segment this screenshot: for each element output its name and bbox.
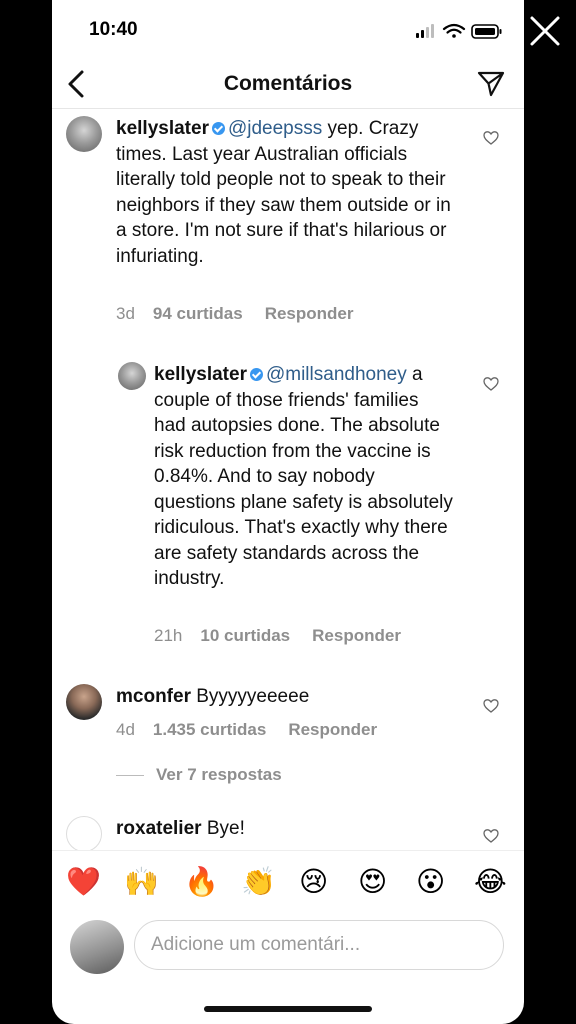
comment-item: roxatelier Bye! <box>52 812 524 850</box>
heart-outline-icon[interactable] <box>483 130 499 146</box>
heart-outline-icon[interactable] <box>483 828 499 844</box>
page-title: Comentários <box>223 72 353 95</box>
divider-line <box>116 775 144 777</box>
avatar[interactable] <box>66 116 102 152</box>
emoji-heart-eyes[interactable]: 😍 <box>358 865 387 899</box>
view-replies-button[interactable]: Ver 7 respostas <box>116 765 282 785</box>
home-indicator[interactable] <box>204 1006 372 1012</box>
comment-text: roxatelier Bye! <box>116 816 456 842</box>
direct-send-icon[interactable] <box>476 68 506 98</box>
status-time: 10:40 <box>89 19 138 40</box>
reply-button[interactable]: Responder <box>265 304 354 323</box>
view-replies-label: Ver 7 respostas <box>156 765 282 784</box>
verified-badge-icon <box>211 122 225 135</box>
avatar[interactable] <box>66 684 102 720</box>
emoji-crying[interactable]: 😢 <box>299 865 328 899</box>
comment-item: mconfer Byyyyyeeeee 4d 1.435 curtidas Resp… <box>52 680 524 750</box>
comment-time: 4d <box>116 720 135 739</box>
phone-screen: 10:40 Comentários kellyslater @jdeepsss … <box>52 0 524 1024</box>
comment-text: kellyslater @millsandhoney a couple of th… <box>154 362 454 592</box>
current-user-avatar <box>70 920 124 974</box>
wifi-icon <box>442 23 466 38</box>
reply-item: kellyslater @millsandhoney a couple of th… <box>52 358 524 658</box>
comment-username[interactable]: kellyslater <box>116 118 209 139</box>
mention-link[interactable]: @millsandhoney <box>266 364 407 385</box>
comment-meta: 4d 1.435 curtidas Responder <box>116 720 399 740</box>
comment-time: 21h <box>154 626 183 645</box>
likes-count[interactable]: 1.435 curtidas <box>153 720 266 739</box>
avatar[interactable] <box>118 362 146 390</box>
mention-link[interactable]: @jdeepsss <box>228 118 322 139</box>
header-bar: Comentários <box>52 60 524 109</box>
comment-body: Bye! <box>201 818 245 839</box>
battery-icon <box>471 24 502 39</box>
comment-body: yep. Crazy times. Last year Australian o… <box>116 118 451 267</box>
comment-time: 3d <box>116 304 135 323</box>
comment-meta: 21h 10 curtidas Responder <box>154 626 423 646</box>
status-bar: 10:40 <box>52 0 524 60</box>
emoji-fire[interactable]: 🔥 <box>184 865 219 899</box>
verified-badge-icon <box>249 368 263 381</box>
comment-meta: 3d 94 curtidas Responder <box>116 304 375 324</box>
emoji-heart[interactable]: ❤️ <box>66 865 101 899</box>
comment-text: mconfer Byyyyyeeeee <box>116 684 456 710</box>
emoji-raised-hands[interactable]: 🙌 <box>124 865 159 899</box>
likes-count[interactable]: 10 curtidas <box>200 626 290 645</box>
heart-outline-icon[interactable] <box>483 698 499 714</box>
close-icon[interactable] <box>528 14 562 48</box>
comment-username[interactable]: kellyslater <box>154 364 247 385</box>
likes-count[interactable]: 94 curtidas <box>153 304 243 323</box>
emoji-reaction-bar: ❤️ 🙌 🔥 👏 😢 😍 😮 😂 <box>52 850 524 915</box>
emoji-surprised[interactable]: 😮 <box>416 865 445 899</box>
comment-composer <box>52 914 524 978</box>
reply-button[interactable]: Responder <box>312 626 401 645</box>
comment-input[interactable] <box>134 920 504 970</box>
comment-body: a couple of those friends' families had … <box>154 364 453 589</box>
reply-button[interactable]: Responder <box>288 720 377 739</box>
emoji-clap[interactable]: 👏 <box>241 865 276 899</box>
comment-username[interactable]: mconfer <box>116 686 191 707</box>
comment-username[interactable]: roxatelier <box>116 818 202 839</box>
avatar[interactable] <box>66 816 102 850</box>
status-icons <box>416 23 502 39</box>
heart-outline-icon[interactable] <box>483 376 499 392</box>
comment-item: kellyslater @jdeepsss yep. Crazy times. L… <box>52 110 524 330</box>
comment-text: kellyslater @jdeepsss yep. Crazy times. L… <box>116 116 456 269</box>
emoji-laughing[interactable]: 😂 <box>474 865 507 899</box>
comment-body: Byyyyyeeeee <box>190 686 310 707</box>
signal-icon <box>416 24 434 38</box>
